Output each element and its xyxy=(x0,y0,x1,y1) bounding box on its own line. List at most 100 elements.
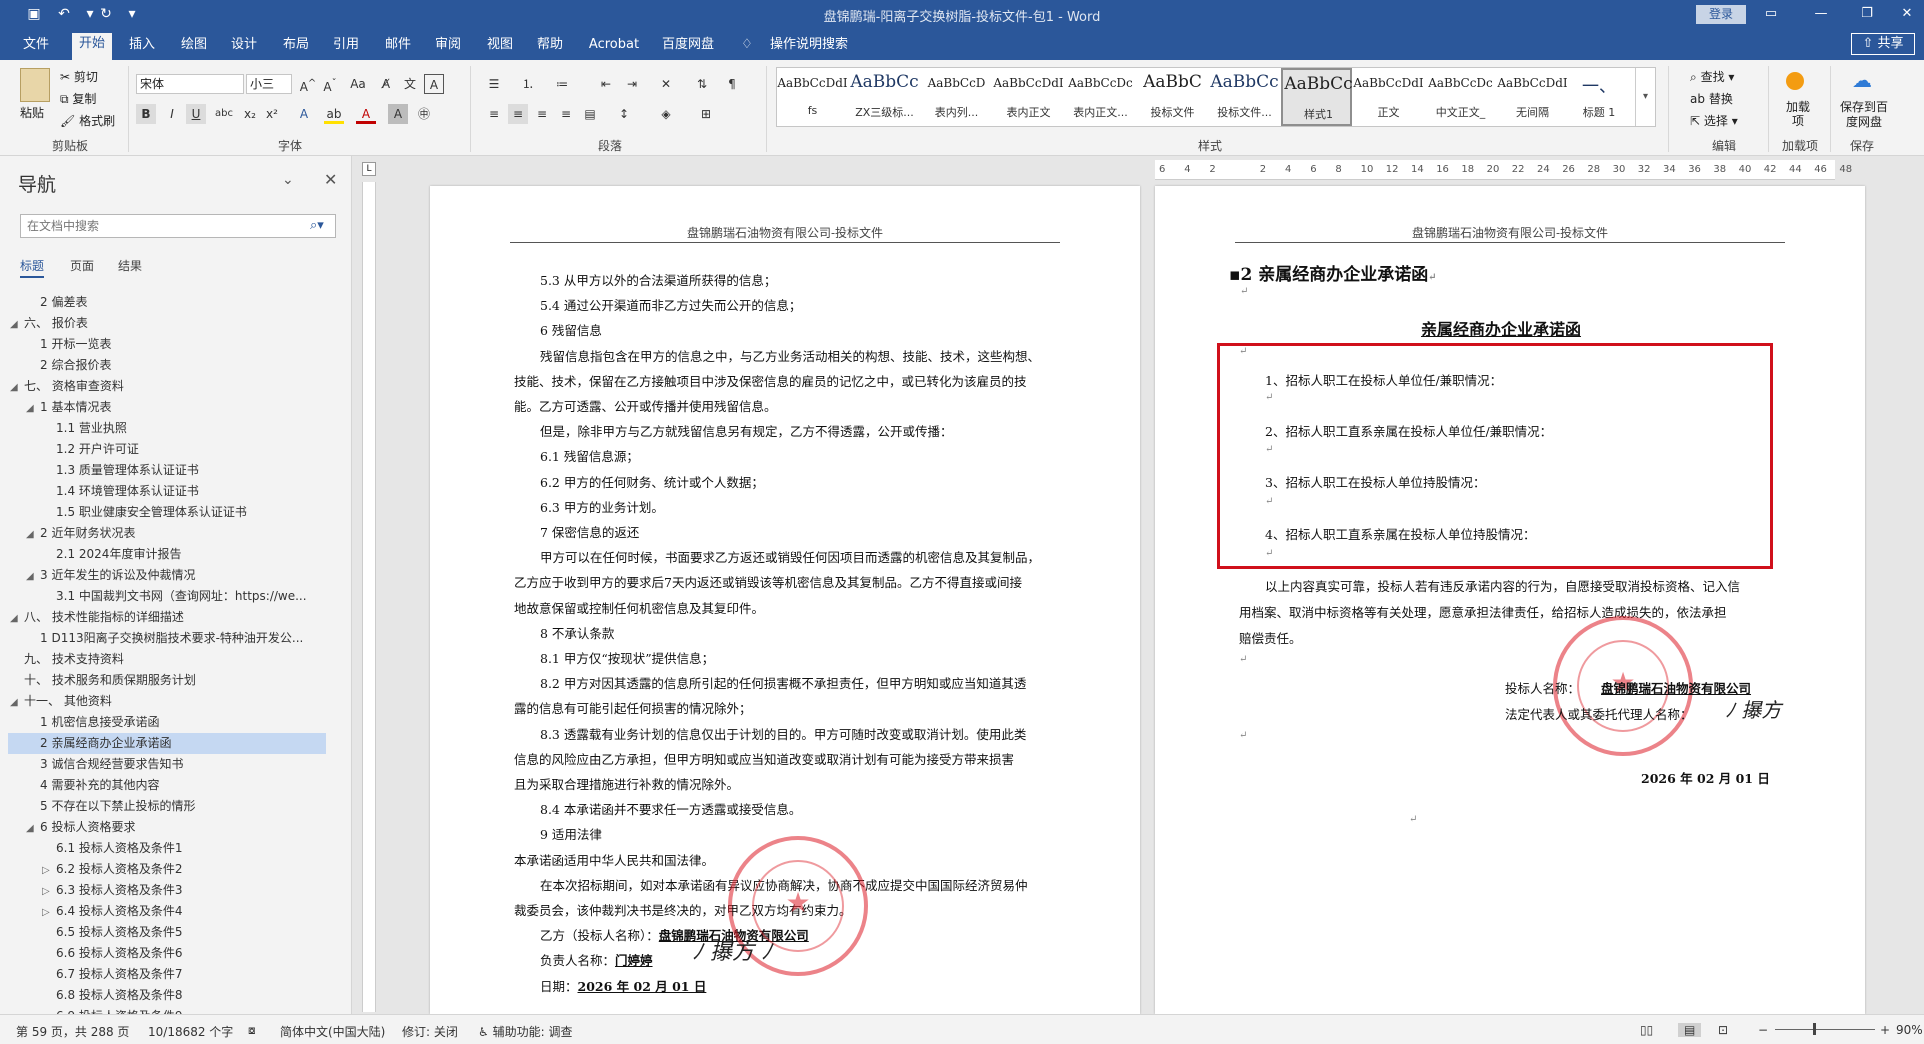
shading-icon[interactable]: ◈ xyxy=(656,104,676,124)
nav-tree-item[interactable]: 3 诚信合规经营要求告知书 xyxy=(8,754,326,775)
print-layout-icon[interactable]: ▤ xyxy=(1678,1023,1702,1037)
style-item-selected[interactable]: AaBbCc 样式1 xyxy=(1281,68,1353,126)
nav-tree-item[interactable]: 1 D113阳离子交换树脂技术要求-特种油开发公... xyxy=(8,628,326,649)
nav-tree-item[interactable]: ◢ 2 近年财务状况表 xyxy=(8,523,326,544)
zoom-in-icon[interactable]: + xyxy=(1880,1023,1890,1037)
tab-selector-icon[interactable]: L xyxy=(362,162,376,176)
nav-close-icon[interactable]: ✕ xyxy=(324,170,337,189)
expand-caret-icon[interactable]: ◢ xyxy=(10,377,24,397)
baidu-cloud-icon[interactable]: ☁ xyxy=(1848,68,1876,92)
nav-tree-item[interactable]: 6.5 投标人资格及条件5 xyxy=(8,922,326,943)
justify-icon[interactable]: ≡ xyxy=(556,104,576,124)
nav-tree-item[interactable]: 6.8 投标人资格及条件8 xyxy=(8,985,326,1006)
expand-caret-icon[interactable]: ◢ xyxy=(10,314,24,334)
language-status[interactable]: 简体中文(中国大陆) xyxy=(280,1023,385,1040)
zoom-level[interactable]: 90% xyxy=(1896,1023,1923,1037)
char-border-icon[interactable]: A xyxy=(424,74,444,94)
nav-tree-item[interactable]: 1.2 开户许可证 xyxy=(8,439,326,460)
nav-tree-item[interactable]: 5 不存在以下禁止投标的情形 xyxy=(8,796,326,817)
asian-layout-icon[interactable]: ✕ xyxy=(656,74,676,94)
style-item[interactable]: AaBbCc ZX三级标... xyxy=(849,68,920,126)
bold-icon[interactable]: B xyxy=(136,104,156,124)
strikethrough-icon[interactable]: abc xyxy=(214,104,234,124)
shrink-font-icon[interactable]: Aˇ xyxy=(320,74,340,94)
show-marks-icon[interactable]: ¶ xyxy=(722,74,742,94)
tab-help[interactable]: 帮助 xyxy=(532,34,568,60)
text-effects-icon[interactable]: A xyxy=(294,104,314,124)
nav-tree-item[interactable]: 2.1 2024年度审计报告 xyxy=(8,544,326,565)
page-right[interactable]: 盘锦鹏瑞石油物资有限公司-投标文件 ▪2 亲属经商办企业承诺函↵ ↵ 亲属经商办… xyxy=(1155,186,1865,1014)
format-painter-button[interactable]: 🖌 格式刷 xyxy=(60,112,115,129)
page-left[interactable]: 盘锦鹏瑞石油物资有限公司-投标文件 5.3 从甲方以外的合法渠道所获得的信息； 5… xyxy=(430,186,1140,1014)
nav-scrollbar[interactable] xyxy=(340,158,348,1010)
expand-caret-icon[interactable]: ◢ xyxy=(26,398,40,418)
grow-font-icon[interactable]: A^ xyxy=(298,74,318,94)
font-name-combo[interactable]: 宋体 xyxy=(136,74,244,94)
clear-format-icon[interactable]: A̸ xyxy=(376,74,396,94)
style-item[interactable]: AaBbCcDdI fs xyxy=(777,68,848,126)
sort-icon[interactable]: ⇅ xyxy=(692,74,712,94)
word-count[interactable]: 10/18682 个字 xyxy=(148,1023,233,1040)
expand-caret-icon[interactable]: ▷ xyxy=(42,860,56,880)
nav-tree-item[interactable]: 1.3 质量管理体系认证证书 xyxy=(8,460,326,481)
line-spacing-icon[interactable]: ↕ xyxy=(614,104,634,124)
style-item[interactable]: AaBbCc 投标文件... xyxy=(1209,68,1280,126)
highlight-icon[interactable]: ab xyxy=(324,104,344,124)
restore-icon[interactable]: ❐ xyxy=(1852,4,1882,24)
subscript-icon[interactable]: x₂ xyxy=(240,104,260,124)
tab-draw[interactable]: 绘图 xyxy=(176,34,212,60)
tab-file[interactable]: 文件 xyxy=(18,34,54,60)
nav-tree-item[interactable]: 3.1 中国裁判文书网（查询网址：https://we... xyxy=(8,586,326,607)
superscript-icon[interactable]: x² xyxy=(262,104,282,124)
replace-button[interactable]: ab 替换 xyxy=(1690,90,1733,107)
nav-tree-item[interactable]: ▷ 6.2 投标人资格及条件2 xyxy=(8,859,326,880)
style-item[interactable]: AaBbCcDc 中文正文_ xyxy=(1425,68,1496,126)
style-item[interactable]: AaBbCcDc 表内正文... xyxy=(1065,68,1136,126)
tab-baidu[interactable]: 百度网盘 xyxy=(656,34,720,60)
nav-tab-pages[interactable]: 页面 xyxy=(70,257,94,274)
style-item[interactable]: AaBbCcDdI 无间隔 xyxy=(1497,68,1568,126)
close-icon[interactable]: ✕ xyxy=(1892,4,1922,24)
font-color-icon[interactable]: A xyxy=(356,104,376,124)
paste-button[interactable]: 粘贴 xyxy=(20,104,44,121)
nav-tree-item[interactable]: ◢ 3 近年发生的诉讼及仲裁情况 xyxy=(8,565,326,586)
copy-button[interactable]: ⧉ 复制 xyxy=(60,90,96,107)
share-button[interactable]: ⇧ 共享 xyxy=(1851,33,1915,55)
increase-indent-icon[interactable]: ⇥ xyxy=(622,74,642,94)
tab-layout[interactable]: 布局 xyxy=(278,34,314,60)
nav-tree-item[interactable]: ◢ 6 投标人资格要求 xyxy=(8,817,326,838)
expand-caret-icon[interactable]: ▷ xyxy=(42,902,56,922)
nav-tree-item[interactable]: ◢ 六、 报价表 xyxy=(8,313,326,334)
nav-tree-item[interactable]: 2 综合报价表 xyxy=(8,355,326,376)
align-left-icon[interactable]: ≡ xyxy=(484,104,504,124)
nav-tree-item[interactable]: 6.1 投标人资格及条件1 xyxy=(8,838,326,859)
addin-icon[interactable] xyxy=(1786,72,1804,90)
nav-tab-headings[interactable]: 标题 xyxy=(20,257,45,278)
decrease-indent-icon[interactable]: ⇤ xyxy=(596,74,616,94)
nav-tree-item[interactable]: 6.9 投标人资格及条件9 xyxy=(8,1006,326,1014)
nav-tree-item[interactable]: ◢ 1 基本情况表 xyxy=(8,397,326,418)
zoom-slider[interactable] xyxy=(1775,1029,1875,1030)
style-item[interactable]: 一、 标题 1 xyxy=(1569,68,1629,126)
ribbon-display-icon[interactable]: ▭ xyxy=(1756,4,1786,24)
numbering-icon[interactable]: ⒈ xyxy=(518,74,538,94)
nav-tree-item[interactable]: 6.7 投标人资格及条件7 xyxy=(8,964,326,985)
bullets-icon[interactable]: ☰ xyxy=(484,74,504,94)
change-case-icon[interactable]: Aa xyxy=(348,74,368,94)
nav-tree-item[interactable]: ▷ 6.3 投标人资格及条件3 xyxy=(8,880,326,901)
search-icon[interactable]: ⌕▾ xyxy=(310,218,324,233)
nav-tree-item[interactable]: 1.5 职业健康安全管理体系认证证书 xyxy=(8,502,326,523)
italic-icon[interactable]: I xyxy=(162,104,182,124)
zoom-out-icon[interactable]: − xyxy=(1758,1023,1768,1037)
nav-tree-item[interactable]: ▷ 6.4 投标人资格及条件4 xyxy=(8,901,326,922)
page-count[interactable]: 第 59 页，共 288 页 xyxy=(16,1023,129,1040)
nav-options-icon[interactable]: ⌄ xyxy=(282,172,294,188)
nav-tree-item[interactable]: ◢ 七、 资格审查资料 xyxy=(8,376,326,397)
enclose-char-icon[interactable]: ㊥ xyxy=(414,104,434,124)
nav-tab-results[interactable]: 结果 xyxy=(118,257,142,274)
nav-search-input[interactable]: 在文档中搜索 xyxy=(20,214,336,238)
style-item[interactable]: AaBbCcDdI 正文 xyxy=(1353,68,1424,126)
font-size-combo[interactable]: 小三 xyxy=(246,74,292,94)
phonetic-guide-icon[interactable]: 文 xyxy=(400,74,420,94)
nav-tree-item[interactable]: 1 机密信息接受承诺函 xyxy=(8,712,326,733)
